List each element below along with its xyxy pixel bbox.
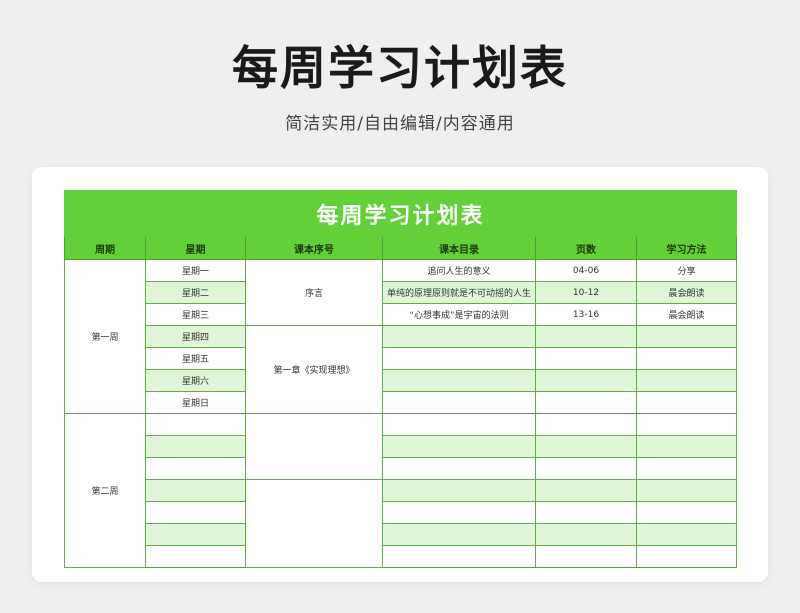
catalog-cell[interactable] [382, 545, 536, 568]
method-cell[interactable] [635, 391, 738, 414]
pages-cell[interactable] [535, 325, 637, 348]
method-cell[interactable] [635, 347, 738, 370]
weekday-cell[interactable]: 星期四 [145, 325, 246, 348]
table-row [65, 501, 738, 524]
catalog-cell[interactable] [382, 457, 536, 480]
catalog-cell[interactable] [382, 391, 536, 414]
table-row: 星期二 单纯的原理原则就是不可动摇的人生 10-12 晨会朗读 [65, 281, 738, 304]
section-cell[interactable] [245, 479, 383, 568]
method-cell[interactable] [635, 479, 738, 502]
table-row [65, 523, 738, 546]
weekday-cell[interactable] [145, 435, 246, 458]
week-label[interactable]: 第二周 [64, 413, 146, 568]
method-cell[interactable] [635, 369, 738, 392]
catalog-cell[interactable]: 追问人生的意义 [382, 259, 536, 282]
weekday-cell[interactable]: 星期六 [145, 369, 246, 392]
method-cell[interactable]: 晨会朗读 [635, 303, 738, 326]
catalog-cell[interactable] [382, 523, 536, 546]
pages-cell[interactable]: 10-12 [535, 281, 637, 304]
table-row: 星期六 [65, 369, 738, 392]
section-cell[interactable]: 第一章《实现理想》 [245, 325, 383, 414]
header-method: 学习方法 [635, 236, 738, 260]
table-row: 第二周 [64, 413, 738, 568]
catalog-cell[interactable] [382, 501, 536, 524]
method-cell[interactable] [635, 435, 738, 458]
method-cell[interactable] [635, 523, 738, 546]
table-banner-row: 每周学习计划表 [63, 190, 738, 237]
pages-cell[interactable] [535, 501, 637, 524]
method-cell[interactable] [635, 325, 738, 348]
study-plan-table: 每周学习计划表 周期 星期 课本序号 课本目录 页数 学习方法 第一周 星期一 … [63, 190, 738, 568]
catalog-cell[interactable] [382, 479, 536, 502]
table-row: 星期四 第一章《实现理想》 [65, 325, 738, 414]
page-subtitle: 简洁实用/自由编辑/内容通用 [285, 114, 515, 134]
weekday-cell[interactable] [145, 523, 246, 546]
table-row [65, 457, 738, 480]
weekday-cell[interactable] [145, 501, 246, 524]
header-weekday: 星期 [145, 236, 246, 260]
pages-cell[interactable]: 04-06 [535, 259, 637, 282]
catalog-cell[interactable] [382, 369, 536, 392]
method-cell[interactable]: 分享 [635, 259, 738, 282]
weekday-cell[interactable] [145, 413, 246, 436]
weekday-cell[interactable] [145, 479, 246, 502]
table-row: 星期三 “心想事成”是宇宙的法则 13-16 晨会朗读 [65, 303, 738, 326]
header-section: 课本序号 [245, 236, 383, 260]
section-cell[interactable] [245, 413, 383, 480]
table-row: 星期日 [65, 391, 738, 414]
weekday-cell[interactable]: 星期二 [145, 281, 246, 304]
pages-cell[interactable] [535, 413, 637, 436]
method-cell[interactable] [635, 545, 738, 568]
table-row: 星期五 [65, 347, 738, 370]
header-catalog: 课本目录 [382, 236, 536, 260]
method-cell[interactable]: 晨会朗读 [635, 281, 738, 304]
table-row [65, 435, 738, 458]
weekday-cell[interactable]: 星期日 [145, 391, 246, 414]
table-header-row: 周期 星期 课本序号 课本目录 页数 学习方法 [64, 236, 738, 260]
weekday-cell[interactable]: 星期三 [145, 303, 246, 326]
table-row [65, 479, 738, 568]
pages-cell[interactable] [535, 457, 637, 480]
pages-cell[interactable] [535, 369, 637, 392]
pages-cell[interactable] [535, 435, 637, 458]
pages-cell[interactable] [535, 347, 637, 370]
pages-cell[interactable] [535, 523, 637, 546]
method-cell[interactable] [635, 501, 738, 524]
weekday-cell[interactable]: 星期一 [145, 259, 246, 282]
catalog-cell[interactable] [382, 413, 536, 436]
pages-cell[interactable]: 13-16 [535, 303, 637, 326]
catalog-cell[interactable] [382, 347, 536, 370]
catalog-cell[interactable] [382, 325, 536, 348]
method-cell[interactable] [635, 413, 738, 436]
catalog-cell[interactable] [382, 435, 536, 458]
pages-cell[interactable] [535, 545, 637, 568]
catalog-cell[interactable]: 单纯的原理原则就是不可动摇的人生 [382, 281, 536, 304]
table-row: 第一周 星期一 序言 追问人生的意义 04-06 分享 [64, 259, 738, 414]
catalog-cell[interactable]: “心想事成”是宇宙的法则 [382, 303, 536, 326]
week-label[interactable]: 第一周 [64, 259, 146, 414]
pages-cell[interactable] [535, 479, 637, 502]
page-title: 每周学习计划表 [232, 41, 568, 95]
weekday-cell[interactable]: 星期五 [145, 347, 246, 370]
header-period: 周期 [64, 236, 146, 260]
section-cell[interactable]: 序言 [245, 259, 383, 326]
header-pages: 页数 [535, 236, 637, 260]
pages-cell[interactable] [535, 391, 637, 414]
weekday-cell[interactable] [145, 457, 246, 480]
method-cell[interactable] [635, 457, 738, 480]
weekday-cell[interactable] [145, 545, 246, 568]
table-title: 每周学习计划表 [63, 190, 738, 237]
table-row [65, 545, 738, 568]
